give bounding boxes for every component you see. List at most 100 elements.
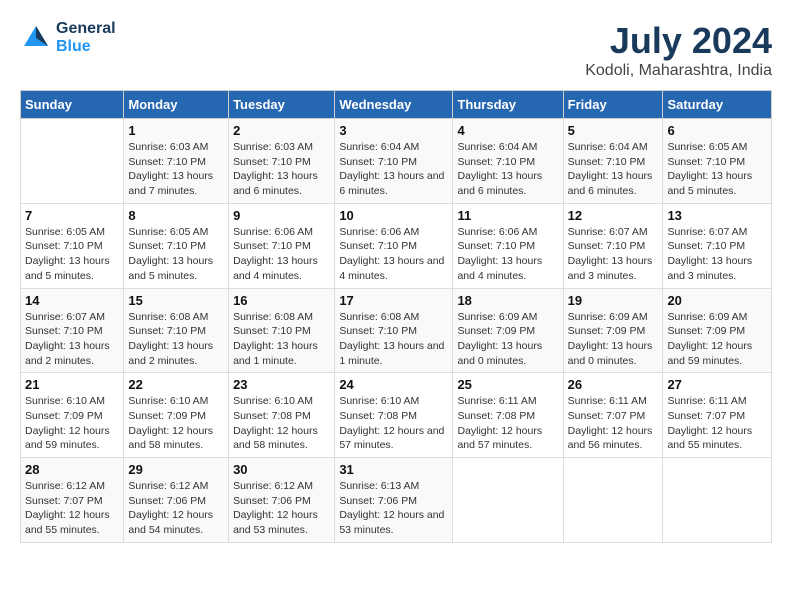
day-number: 12 <box>568 208 659 223</box>
day-number: 29 <box>128 462 224 477</box>
calendar-cell: 19Sunrise: 6:09 AMSunset: 7:09 PMDayligh… <box>563 288 663 373</box>
day-number: 15 <box>128 293 224 308</box>
calendar-week-1: 7 Sunrise: 6:05 AMSunset: 7:10 PMDaylight… <box>21 203 772 288</box>
day-info: Sunrise: 6:10 AMSunset: 7:09 PMDaylight:… <box>25 394 119 453</box>
day-info: Sunrise: 6:04 AMSunset: 7:10 PMDaylight:… <box>457 140 558 199</box>
day-info: Sunrise: 6:05 AMSunset: 7:10 PMDaylight:… <box>667 140 767 199</box>
calendar-week-3: 21 Sunrise: 6:10 AMSunset: 7:09 PMDayligh… <box>21 373 772 458</box>
header-cell-thursday: Thursday <box>453 91 563 119</box>
calendar-cell: 29Sunrise: 6:12 AMSunset: 7:06 PMDayligh… <box>124 458 229 543</box>
calendar-cell: 28 Sunrise: 6:12 AMSunset: 7:07 PMDayligh… <box>21 458 124 543</box>
day-info: Sunrise: 6:08 AMSunset: 7:10 PMDaylight:… <box>233 310 330 369</box>
calendar-subtitle: Kodoli, Maharashtra, India <box>585 62 772 80</box>
day-info: Sunrise: 6:13 AMSunset: 7:06 PMDaylight:… <box>339 479 448 538</box>
calendar-cell: 30Sunrise: 6:12 AMSunset: 7:06 PMDayligh… <box>229 458 335 543</box>
day-info: Sunrise: 6:07 AMSunset: 7:10 PMDaylight:… <box>568 225 659 284</box>
day-number: 24 <box>339 377 448 392</box>
calendar-week-0: 1Sunrise: 6:03 AMSunset: 7:10 PMDaylight… <box>21 119 772 204</box>
calendar-cell: 14Sunrise: 6:07 AMSunset: 7:10 PMDayligh… <box>21 288 124 373</box>
day-info: Sunrise: 6:04 AMSunset: 7:10 PMDaylight:… <box>339 140 448 199</box>
calendar-cell: 8 Sunrise: 6:05 AMSunset: 7:10 PMDaylight… <box>124 203 229 288</box>
calendar-cell <box>453 458 563 543</box>
day-number: 13 <box>667 208 767 223</box>
day-number: 21 <box>25 377 119 392</box>
day-number: 2 <box>233 123 330 138</box>
calendar-cell: 31 Sunrise: 6:13 AMSunset: 7:06 PMDayligh… <box>335 458 453 543</box>
header: General Blue July 2024 Kodoli, Maharasht… <box>20 20 772 80</box>
day-info: Sunrise: 6:11 AMSunset: 7:07 PMDaylight:… <box>568 394 659 453</box>
calendar-cell: 21 Sunrise: 6:10 AMSunset: 7:09 PMDayligh… <box>21 373 124 458</box>
calendar-week-2: 14Sunrise: 6:07 AMSunset: 7:10 PMDayligh… <box>21 288 772 373</box>
day-info: Sunrise: 6:12 AMSunset: 7:06 PMDaylight:… <box>233 479 330 538</box>
day-info: Sunrise: 6:09 AMSunset: 7:09 PMDaylight:… <box>667 310 767 369</box>
day-number: 28 <box>25 462 119 477</box>
day-number: 27 <box>667 377 767 392</box>
day-info: Sunrise: 6:09 AMSunset: 7:09 PMDaylight:… <box>457 310 558 369</box>
day-info: Sunrise: 6:11 AMSunset: 7:07 PMDaylight:… <box>667 394 767 453</box>
calendar-cell <box>663 458 772 543</box>
day-info: Sunrise: 6:09 AMSunset: 7:09 PMDaylight:… <box>568 310 659 369</box>
day-info: Sunrise: 6:10 AMSunset: 7:08 PMDaylight:… <box>339 394 448 453</box>
calendar-cell: 17 Sunrise: 6:08 AMSunset: 7:10 PMDayligh… <box>335 288 453 373</box>
calendar-cell: 20 Sunrise: 6:09 AMSunset: 7:09 PMDayligh… <box>663 288 772 373</box>
day-number: 23 <box>233 377 330 392</box>
day-info: Sunrise: 6:05 AMSunset: 7:10 PMDaylight:… <box>25 225 119 284</box>
day-number: 7 <box>25 208 119 223</box>
calendar-cell: 10 Sunrise: 6:06 AMSunset: 7:10 PMDayligh… <box>335 203 453 288</box>
day-info: Sunrise: 6:08 AMSunset: 7:10 PMDaylight:… <box>339 310 448 369</box>
day-number: 25 <box>457 377 558 392</box>
calendar-body: 1Sunrise: 6:03 AMSunset: 7:10 PMDaylight… <box>21 119 772 543</box>
day-number: 14 <box>25 293 119 308</box>
logo-icon <box>20 22 52 54</box>
calendar-cell: 4Sunrise: 6:04 AMSunset: 7:10 PMDaylight… <box>453 119 563 204</box>
calendar-cell: 27 Sunrise: 6:11 AMSunset: 7:07 PMDayligh… <box>663 373 772 458</box>
calendar-cell: 25 Sunrise: 6:11 AMSunset: 7:08 PMDayligh… <box>453 373 563 458</box>
calendar-cell: 1Sunrise: 6:03 AMSunset: 7:10 PMDaylight… <box>124 119 229 204</box>
calendar-cell: 24 Sunrise: 6:10 AMSunset: 7:08 PMDayligh… <box>335 373 453 458</box>
calendar-cell: 9Sunrise: 6:06 AMSunset: 7:10 PMDaylight… <box>229 203 335 288</box>
calendar-header: SundayMondayTuesdayWednesdayThursdayFrid… <box>21 91 772 119</box>
day-number: 16 <box>233 293 330 308</box>
day-number: 11 <box>457 208 558 223</box>
day-number: 8 <box>128 208 224 223</box>
day-number: 1 <box>128 123 224 138</box>
calendar-cell: 7 Sunrise: 6:05 AMSunset: 7:10 PMDaylight… <box>21 203 124 288</box>
header-cell-sunday: Sunday <box>21 91 124 119</box>
logo-text-line2: Blue <box>56 38 116 56</box>
calendar-cell: 5 Sunrise: 6:04 AMSunset: 7:10 PMDaylight… <box>563 119 663 204</box>
logo-text-line1: General <box>56 20 116 38</box>
day-info: Sunrise: 6:12 AMSunset: 7:07 PMDaylight:… <box>25 479 119 538</box>
calendar-cell: 26Sunrise: 6:11 AMSunset: 7:07 PMDayligh… <box>563 373 663 458</box>
day-info: Sunrise: 6:07 AMSunset: 7:10 PMDaylight:… <box>667 225 767 284</box>
day-number: 20 <box>667 293 767 308</box>
title-area: July 2024 Kodoli, Maharashtra, India <box>585 20 772 80</box>
calendar-cell: 3 Sunrise: 6:04 AMSunset: 7:10 PMDaylight… <box>335 119 453 204</box>
header-cell-saturday: Saturday <box>663 91 772 119</box>
header-cell-monday: Monday <box>124 91 229 119</box>
calendar-title: July 2024 <box>585 20 772 62</box>
day-number: 10 <box>339 208 448 223</box>
calendar-week-4: 28 Sunrise: 6:12 AMSunset: 7:07 PMDayligh… <box>21 458 772 543</box>
day-number: 22 <box>128 377 224 392</box>
calendar-cell: 6 Sunrise: 6:05 AMSunset: 7:10 PMDaylight… <box>663 119 772 204</box>
header-cell-friday: Friday <box>563 91 663 119</box>
day-number: 17 <box>339 293 448 308</box>
day-number: 5 <box>568 123 659 138</box>
calendar-cell: 2Sunrise: 6:03 AMSunset: 7:10 PMDaylight… <box>229 119 335 204</box>
day-info: Sunrise: 6:08 AMSunset: 7:10 PMDaylight:… <box>128 310 224 369</box>
header-cell-wednesday: Wednesday <box>335 91 453 119</box>
logo: General Blue <box>20 20 116 56</box>
day-info: Sunrise: 6:06 AMSunset: 7:10 PMDaylight:… <box>233 225 330 284</box>
day-info: Sunrise: 6:10 AMSunset: 7:09 PMDaylight:… <box>128 394 224 453</box>
day-number: 18 <box>457 293 558 308</box>
day-info: Sunrise: 6:04 AMSunset: 7:10 PMDaylight:… <box>568 140 659 199</box>
calendar-cell: 23Sunrise: 6:10 AMSunset: 7:08 PMDayligh… <box>229 373 335 458</box>
day-info: Sunrise: 6:11 AMSunset: 7:08 PMDaylight:… <box>457 394 558 453</box>
calendar-cell: 22 Sunrise: 6:10 AMSunset: 7:09 PMDayligh… <box>124 373 229 458</box>
day-number: 3 <box>339 123 448 138</box>
calendar-cell: 13 Sunrise: 6:07 AMSunset: 7:10 PMDayligh… <box>663 203 772 288</box>
day-number: 6 <box>667 123 767 138</box>
day-info: Sunrise: 6:06 AMSunset: 7:10 PMDaylight:… <box>339 225 448 284</box>
day-info: Sunrise: 6:05 AMSunset: 7:10 PMDaylight:… <box>128 225 224 284</box>
day-number: 31 <box>339 462 448 477</box>
